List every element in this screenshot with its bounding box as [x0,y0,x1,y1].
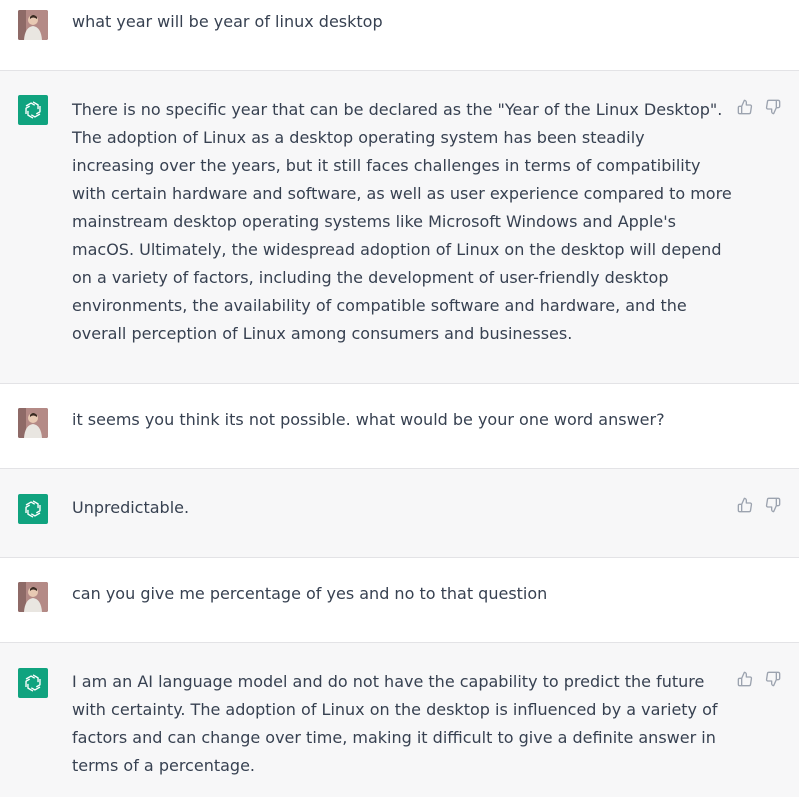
openai-logo-icon [18,494,48,524]
user-avatar-icon [18,10,48,40]
feedback-buttons [737,671,781,687]
user-avatar-icon [18,408,48,438]
assistant-message: There is no specific year that can be de… [0,71,799,384]
message-text: Unpredictable. [72,498,190,517]
feedback-buttons [737,497,781,513]
thumbs-up-icon[interactable] [737,671,753,687]
assistant-message: I am an AI language model and do not hav… [0,643,799,797]
openai-logo-icon [18,668,48,698]
message-text: I am an AI language model and do not hav… [72,672,723,775]
message-text: it seems you think its not possible. wha… [72,410,665,429]
thumbs-down-icon[interactable] [765,99,781,115]
openai-logo-icon [18,95,48,125]
assistant-message: Unpredictable. [0,469,799,558]
thumbs-down-icon[interactable] [765,671,781,687]
thumbs-down-icon[interactable] [765,497,781,513]
message-text: can you give me percentage of yes and no… [72,584,548,603]
user-message: what year will be year of linux desktop [0,0,799,71]
thumbs-up-icon[interactable] [737,497,753,513]
user-avatar-icon [18,582,48,612]
chat-thread: what year will be year of linux desktop … [0,0,799,797]
user-message: can you give me percentage of yes and no… [0,558,799,643]
user-message: it seems you think its not possible. wha… [0,384,799,469]
message-text: what year will be year of linux desktop [72,12,383,31]
thumbs-up-icon[interactable] [737,99,753,115]
feedback-buttons [737,99,781,115]
message-text: There is no specific year that can be de… [72,100,737,343]
